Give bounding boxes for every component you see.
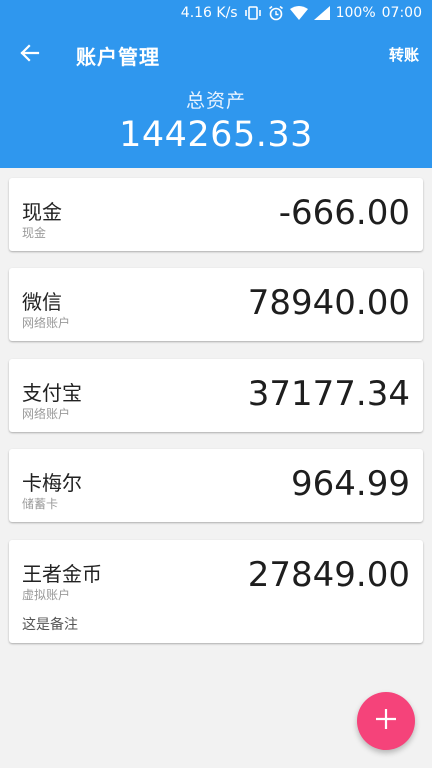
vibrate-icon bbox=[244, 6, 262, 20]
transfer-button[interactable]: 转账 bbox=[389, 44, 419, 65]
clock-time: 07:00 bbox=[381, 5, 422, 21]
account-type: 虚拟账户 bbox=[22, 588, 71, 602]
arrow-left-icon bbox=[18, 42, 40, 68]
account-card-cash[interactable]: 现金 现金 -666.00 bbox=[9, 178, 423, 251]
account-card-virtual[interactable]: 王者金币 虚拟账户 27849.00 这是备注 bbox=[9, 540, 423, 643]
account-balance: 37177.34 bbox=[247, 374, 410, 414]
account-type: 储蓄卡 bbox=[22, 497, 59, 511]
account-name: 支付宝 bbox=[22, 381, 82, 405]
status-bar: 4.16 K/s 100% 07:00 bbox=[0, 0, 432, 26]
back-button[interactable] bbox=[14, 40, 44, 70]
add-account-button[interactable] bbox=[357, 692, 415, 750]
account-name: 王者金币 bbox=[22, 562, 102, 586]
battery-percent: 100% bbox=[335, 5, 376, 21]
app-bar: 账户管理 转账 bbox=[0, 28, 432, 82]
page-title: 账户管理 bbox=[76, 45, 160, 69]
account-balance: 964.99 bbox=[291, 464, 410, 504]
signal-icon bbox=[313, 6, 330, 20]
account-name: 卡梅尔 bbox=[22, 471, 82, 495]
total-assets-value: 144265.33 bbox=[119, 115, 313, 155]
total-assets-label: 总资产 bbox=[185, 90, 246, 112]
alarm-icon bbox=[268, 5, 284, 21]
account-name: 微信 bbox=[22, 290, 62, 314]
account-balance: 27849.00 bbox=[247, 555, 410, 595]
wifi-icon bbox=[289, 6, 308, 20]
account-name: 现金 bbox=[22, 200, 62, 224]
account-type: 现金 bbox=[22, 226, 47, 240]
plus-icon bbox=[374, 707, 398, 735]
network-speed: 4.16 K/s bbox=[180, 5, 238, 21]
account-note: 这是备注 bbox=[22, 617, 78, 633]
account-balance: 78940.00 bbox=[247, 283, 410, 323]
account-balance: -666.00 bbox=[278, 193, 410, 233]
account-card-wechat[interactable]: 微信 网络账户 78940.00 bbox=[9, 268, 423, 341]
account-card-alipay[interactable]: 支付宝 网络账户 37177.34 bbox=[9, 359, 423, 432]
account-type: 网络账户 bbox=[22, 407, 71, 421]
account-type: 网络账户 bbox=[22, 316, 71, 330]
account-card-savings[interactable]: 卡梅尔 储蓄卡 964.99 bbox=[9, 449, 423, 522]
header: 4.16 K/s 100% 07:00 账户管理 转账 总资产 144265.3… bbox=[0, 0, 432, 168]
